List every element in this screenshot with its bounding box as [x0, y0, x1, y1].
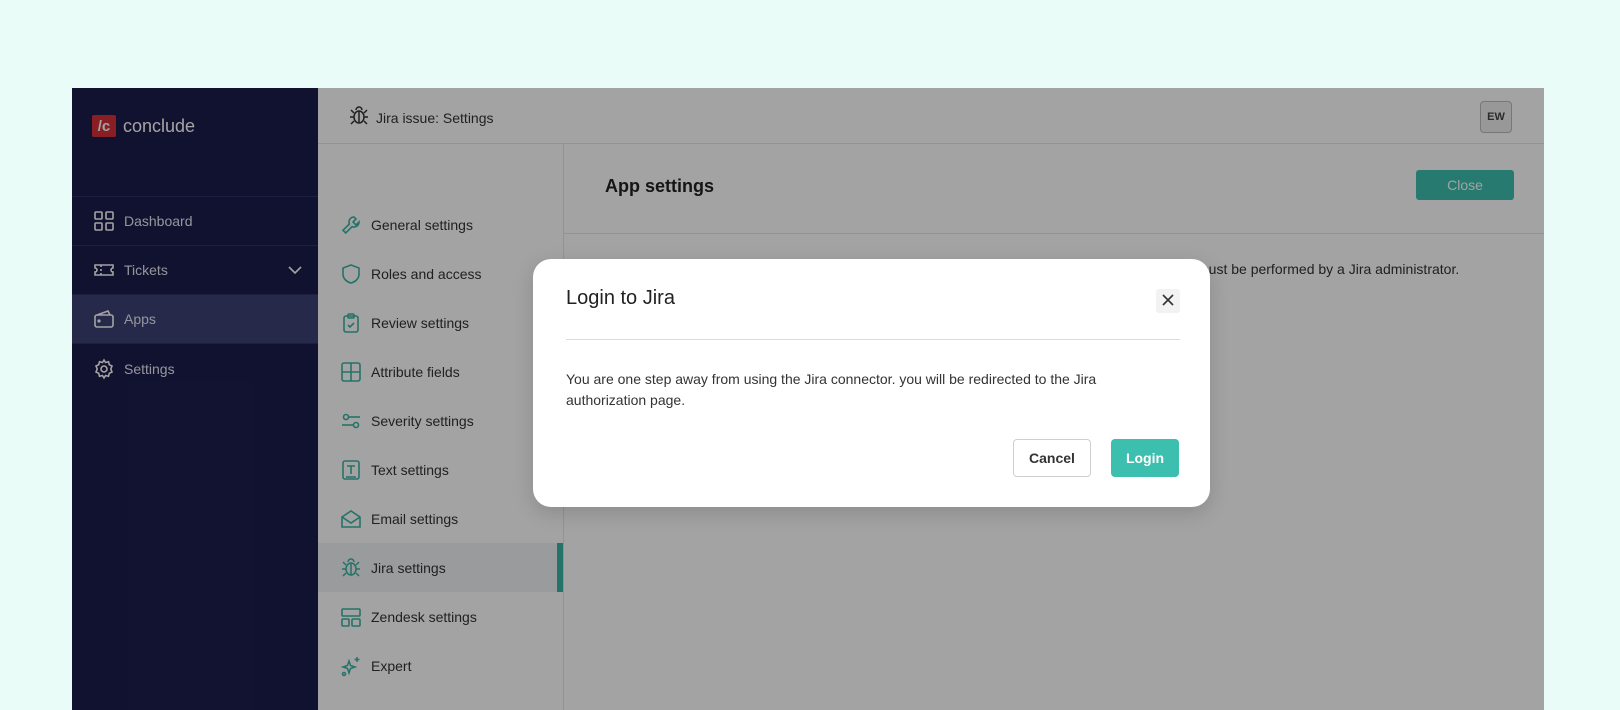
- modal-divider: [566, 339, 1180, 340]
- modal-body: You are one step away from using the Jir…: [566, 371, 1097, 408]
- login-modal: Login to Jira You are one step away from…: [533, 259, 1210, 507]
- close-icon: [1161, 293, 1175, 310]
- modal-close-button[interactable]: [1156, 289, 1180, 313]
- modal-title: Login to Jira: [566, 287, 675, 309]
- cancel-button[interactable]: Cancel: [1013, 439, 1091, 477]
- login-button[interactable]: Login: [1111, 439, 1179, 477]
